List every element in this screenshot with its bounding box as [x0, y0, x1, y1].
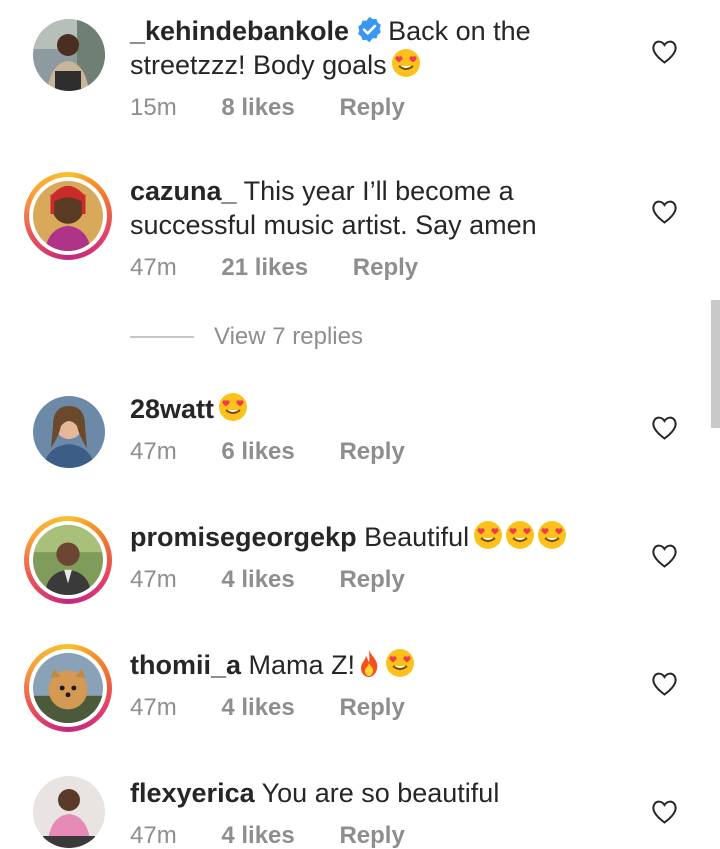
comment-time: 47m [130, 822, 177, 849]
heart-outline-icon[interactable] [651, 543, 678, 568]
comment-item: _kehindebankole Back on the streetzzz! Bo… [0, 0, 720, 160]
view-replies-divider [130, 336, 194, 338]
scrollbar-thumb[interactable] [711, 300, 720, 428]
comment-time: 47m [130, 438, 177, 465]
avatar[interactable] [33, 396, 105, 468]
heart-eyes-emoji-icon [391, 48, 421, 78]
comment-item: flexyerica You are so beautiful 47m 4 li… [0, 764, 720, 849]
heart-outline-icon[interactable] [651, 799, 678, 824]
comment-likes[interactable]: 4 likes [221, 693, 294, 723]
comment-time: 15m [130, 94, 177, 121]
comment-time: 47m [130, 566, 177, 593]
comment-username[interactable]: _kehindebankole [130, 16, 349, 46]
reply-button[interactable]: Reply [339, 693, 404, 723]
comment-username[interactable]: promisegeorgekp [130, 522, 357, 552]
heart-eyes-emoji-icon [505, 520, 535, 550]
comment-item: promisegeorgekp Beautiful 47m 4 likes Re… [0, 508, 720, 628]
comment-text: This year I’ll become a [243, 176, 514, 206]
heart-outline-icon[interactable] [651, 199, 678, 224]
comment-likes[interactable]: 8 likes [221, 93, 294, 123]
reply-button[interactable]: Reply [339, 93, 404, 123]
comment-time: 47m [130, 254, 177, 281]
comment-text: Back on the [388, 16, 531, 46]
heart-eyes-emoji-icon [385, 648, 415, 678]
comment-item: 28watt 47m 6 likes Reply [0, 380, 720, 490]
comment-username[interactable]: 28watt [130, 394, 214, 424]
reply-button[interactable]: Reply [339, 565, 404, 595]
view-replies-button[interactable]: View 7 replies [130, 322, 363, 352]
reply-button[interactable]: Reply [339, 437, 404, 467]
avatar[interactable] [33, 19, 105, 91]
view-replies-label: View 7 replies [214, 323, 363, 350]
comment-text: Beautiful [364, 522, 470, 552]
comment-username[interactable]: thomii_a [130, 650, 241, 680]
avatar[interactable] [24, 516, 112, 604]
comment-likes[interactable]: 4 likes [221, 821, 294, 849]
verified-badge-icon [355, 15, 384, 44]
heart-eyes-emoji-icon [537, 520, 567, 550]
comment-likes[interactable]: 4 likes [221, 565, 294, 595]
comment-item: cazuna_ This year I’ll become a successf… [0, 160, 720, 310]
fire-emoji-icon [357, 648, 381, 678]
avatar[interactable] [24, 644, 112, 732]
comment-likes[interactable]: 21 likes [221, 253, 308, 283]
comment-text-cont: successful music artist. Say amen [130, 210, 537, 240]
reply-button[interactable]: Reply [353, 253, 418, 283]
avatar[interactable] [33, 776, 105, 848]
comment-text: Mama Z! [248, 650, 356, 680]
comment-likes[interactable]: 6 likes [221, 437, 294, 467]
comment-time: 47m [130, 694, 177, 721]
comment-text-cont: streetzzz! Body goals [130, 50, 387, 80]
reply-button[interactable]: Reply [339, 821, 404, 849]
heart-outline-icon[interactable] [651, 671, 678, 696]
heart-eyes-emoji-icon [218, 392, 248, 422]
heart-outline-icon[interactable] [651, 415, 678, 440]
heart-eyes-emoji-icon [473, 520, 503, 550]
comment-username[interactable]: cazuna_ [130, 176, 237, 206]
comment-username[interactable]: flexyerica [130, 778, 255, 808]
comment-text: You are so beautiful [261, 778, 500, 808]
comment-item: thomii_a Mama Z! 47m 4 likes Reply [0, 636, 720, 756]
avatar[interactable] [24, 172, 112, 260]
heart-outline-icon[interactable] [651, 39, 678, 64]
